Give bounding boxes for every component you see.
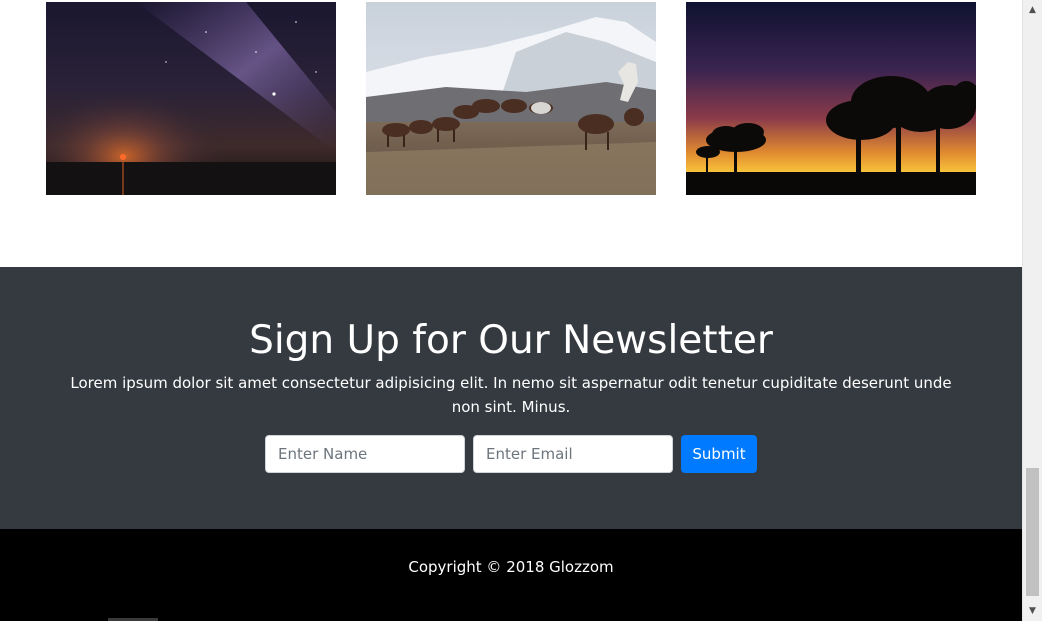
newsletter-section: Sign Up for Our Newsletter Lorem ipsum d… (0, 267, 1022, 529)
photo-gallery (0, 0, 1022, 267)
newsletter-title: Sign Up for Our Newsletter (249, 318, 773, 363)
name-input[interactable] (265, 435, 465, 473)
scroll-down-arrow-icon[interactable]: ▼ (1023, 601, 1042, 621)
scrollbar-thumb[interactable] (1026, 468, 1039, 596)
vertical-scrollbar[interactable]: ▲ ▼ (1022, 0, 1042, 621)
email-input[interactable] (473, 435, 673, 473)
wild-horses-mountains-image (366, 2, 656, 195)
night-sky-milky-way-image (46, 2, 336, 195)
sunset-trees-silhouette-image (686, 2, 976, 195)
submit-button[interactable]: Submit (681, 435, 757, 473)
browser-viewport: Sign Up for Our Newsletter Lorem ipsum d… (0, 0, 1042, 621)
page: Sign Up for Our Newsletter Lorem ipsum d… (0, 0, 1022, 621)
footer: Copyright © 2018 Glozzom (0, 529, 1022, 621)
gallery-photo-horses[interactable] (366, 2, 656, 195)
gallery-photo-sunset[interactable] (686, 2, 976, 195)
gallery-photo-night-sky[interactable] (46, 2, 336, 195)
scroll-up-arrow-icon[interactable]: ▲ (1023, 0, 1042, 20)
newsletter-description: Lorem ipsum dolor sit amet consectetur a… (70, 374, 952, 416)
copyright-text: Copyright © 2018 Glozzom (408, 558, 614, 576)
newsletter-form: Submit (265, 435, 757, 473)
